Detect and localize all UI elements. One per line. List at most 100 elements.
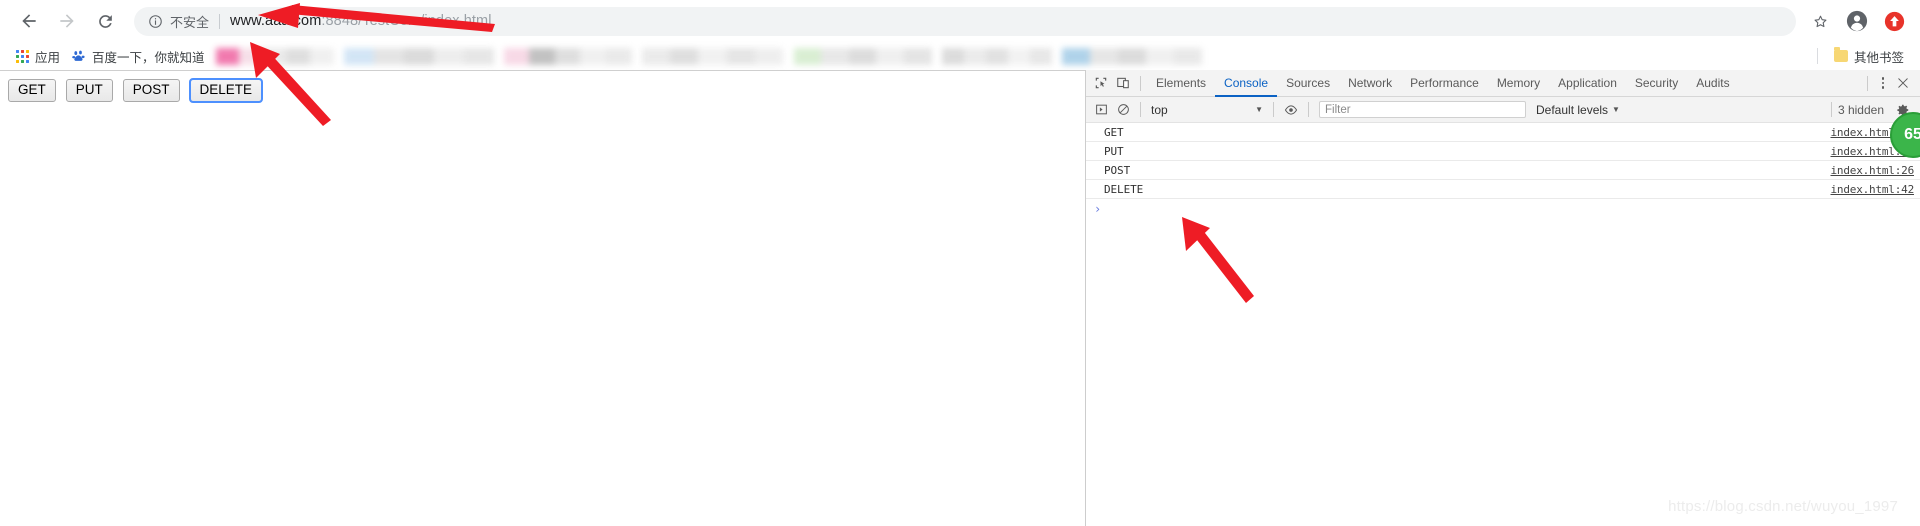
bookmark-baidu-label: 百度一下，你就知道 — [92, 50, 205, 65]
bookmark-redacted[interactable] — [503, 47, 632, 65]
devtools-tab-elements[interactable]: Elements — [1147, 70, 1215, 96]
url-host: www.aaa.com — [230, 13, 322, 29]
bookmark-redacted-swatch — [903, 47, 932, 65]
console-source-link[interactable]: index.html:26 — [1831, 164, 1915, 177]
info-circle-icon[interactable] — [148, 14, 163, 29]
chevron-down-icon: ▼ — [1255, 105, 1263, 114]
bookmark-baidu[interactable]: 百度一下，你就知道 — [66, 45, 211, 67]
back-button[interactable] — [14, 6, 44, 36]
live-expression-button[interactable] — [1280, 99, 1302, 121]
bookmark-redacted-swatch — [793, 47, 822, 65]
bookmark-redacted-swatch — [1173, 47, 1202, 65]
reload-button[interactable] — [90, 6, 120, 36]
console-filter-toolbar: top ▼ Filter Default levels ▼ 3 hidden — [1086, 97, 1920, 123]
redacted-bookmarks-group — [211, 47, 1207, 65]
bookmark-star-button[interactable] — [1806, 7, 1834, 35]
update-chrome-button[interactable] — [1882, 9, 1906, 33]
console-message-text: DELETE — [1104, 182, 1144, 196]
devtools-tab-audits[interactable]: Audits — [1687, 70, 1738, 96]
console-message-row: GET index.html:18 — [1086, 123, 1920, 142]
security-status-text: 不安全 — [170, 14, 210, 30]
apps-grid-icon — [16, 49, 29, 63]
http-method-button-group: GET PUT POST DELETE — [0, 71, 1085, 103]
filterbar-divider-1 — [1140, 102, 1141, 117]
http-method-button-get[interactable]: GET — [8, 79, 56, 102]
bookmark-redacted-swatch — [669, 47, 699, 65]
bookmark-redacted[interactable] — [215, 47, 334, 65]
devtools-tab-network[interactable]: Network — [1339, 70, 1401, 96]
back-arrow-icon — [22, 14, 36, 28]
execution-context-value: top — [1151, 102, 1168, 117]
bookmarks-bar: 应用 百度一下，你就知道 其他书签 — [0, 42, 1920, 70]
http-method-button-put[interactable]: PUT — [65, 79, 113, 102]
execution-context-select[interactable]: top ▼ — [1147, 103, 1267, 117]
eye-icon — [1284, 104, 1298, 115]
bookmark-apps[interactable]: 应用 — [10, 45, 66, 67]
inspect-element-icon — [1095, 77, 1107, 89]
bookmark-redacted-swatch — [343, 47, 374, 65]
console-message-text: POST — [1104, 163, 1131, 177]
device-toolbar-button[interactable] — [1112, 72, 1134, 94]
profile-avatar-button[interactable] — [1844, 8, 1870, 34]
console-levels-select[interactable]: Default levels ▼ — [1536, 103, 1620, 117]
browser-toolbar: 不安全 www.aaa.com:8848/TestCors/index.html — [0, 0, 1920, 42]
bookmark-redacted-swatch — [1061, 47, 1090, 65]
bookmark-apps-label: 应用 — [35, 50, 61, 65]
toolbar-right-actions — [1806, 7, 1906, 35]
bookmark-redacted-swatch — [1089, 47, 1118, 65]
devtools-tab-memory[interactable]: Memory — [1488, 70, 1549, 96]
bookmark-redacted-swatch — [848, 47, 877, 65]
folder-icon — [1833, 47, 1848, 62]
bookmark-redacted-swatch — [941, 47, 964, 65]
console-message-text: PUT — [1104, 144, 1124, 158]
http-method-button-delete[interactable]: DELETE — [188, 78, 264, 103]
devtools-close-button[interactable] — [1892, 72, 1914, 94]
baidu-icon — [72, 49, 86, 63]
inspect-element-button[interactable] — [1090, 72, 1112, 94]
console-prompt-row[interactable]: › — [1086, 199, 1920, 219]
bookmark-redacted-swatch — [215, 47, 240, 65]
address-bar[interactable]: 不安全 www.aaa.com:8848/TestCors/index.html — [134, 6, 1796, 36]
bookmark-other-folder[interactable]: 其他书签 — [1828, 45, 1910, 67]
devtools-tab-list: Elements Console Sources Network Performance… — [1147, 70, 1739, 97]
console-message-text: GET — [1104, 125, 1124, 139]
bookmark-redacted[interactable] — [641, 47, 784, 65]
http-method-button-post[interactable]: POST — [122, 79, 180, 102]
url-path: :8848/TestCors/index.html — [321, 13, 492, 29]
bookmark-redacted-swatch — [726, 47, 756, 65]
bookmark-redacted-swatch — [1007, 47, 1030, 65]
console-source-link[interactable]: index.html:42 — [1831, 183, 1915, 196]
clear-console-button[interactable] — [1112, 99, 1134, 121]
bookmark-redacted-swatch — [503, 47, 530, 65]
devtools-tabbar: Elements Console Sources Network Performance… — [1086, 70, 1920, 97]
devtools-tab-application[interactable]: Application — [1549, 70, 1626, 96]
filterbar-divider-2 — [1273, 102, 1274, 117]
devtools-tab-performance[interactable]: Performance — [1401, 70, 1488, 96]
bookmark-redacted[interactable] — [793, 47, 932, 65]
execution-context-icon — [1095, 104, 1107, 115]
bookmark-redacted-swatch — [580, 47, 606, 65]
bookmark-redacted[interactable] — [1061, 47, 1202, 65]
devtools-tab-security[interactable]: Security — [1626, 70, 1687, 96]
bookmark-redacted[interactable] — [941, 47, 1052, 65]
devtools-tab-sources[interactable]: Sources — [1277, 70, 1339, 96]
filterbar-divider-3 — [1308, 102, 1309, 117]
clear-console-icon — [1117, 104, 1129, 115]
bookmark-redacted-swatch — [286, 47, 310, 65]
bookmark-redacted-swatch — [755, 47, 784, 65]
devtools-more-button[interactable] — [1874, 72, 1892, 94]
devtools-tab-console[interactable]: Console — [1215, 70, 1278, 97]
execution-context-button[interactable] — [1090, 99, 1112, 121]
bookmark-redacted-swatch — [698, 47, 727, 65]
bookmark-redacted-swatch — [605, 47, 632, 65]
close-icon — [1898, 78, 1908, 88]
bookmarks-divider — [1816, 48, 1818, 64]
avatar-icon — [1846, 10, 1868, 32]
bookmark-other-label: 其他书签 — [1853, 50, 1904, 65]
filterbar-divider-4 — [1830, 102, 1832, 117]
bookmark-redacted-swatch — [1145, 47, 1174, 65]
bookmark-redacted-swatch — [1029, 47, 1052, 65]
forward-button[interactable] — [52, 6, 82, 36]
bookmark-redacted[interactable] — [343, 47, 494, 65]
console-filter-input[interactable]: Filter — [1319, 101, 1526, 118]
